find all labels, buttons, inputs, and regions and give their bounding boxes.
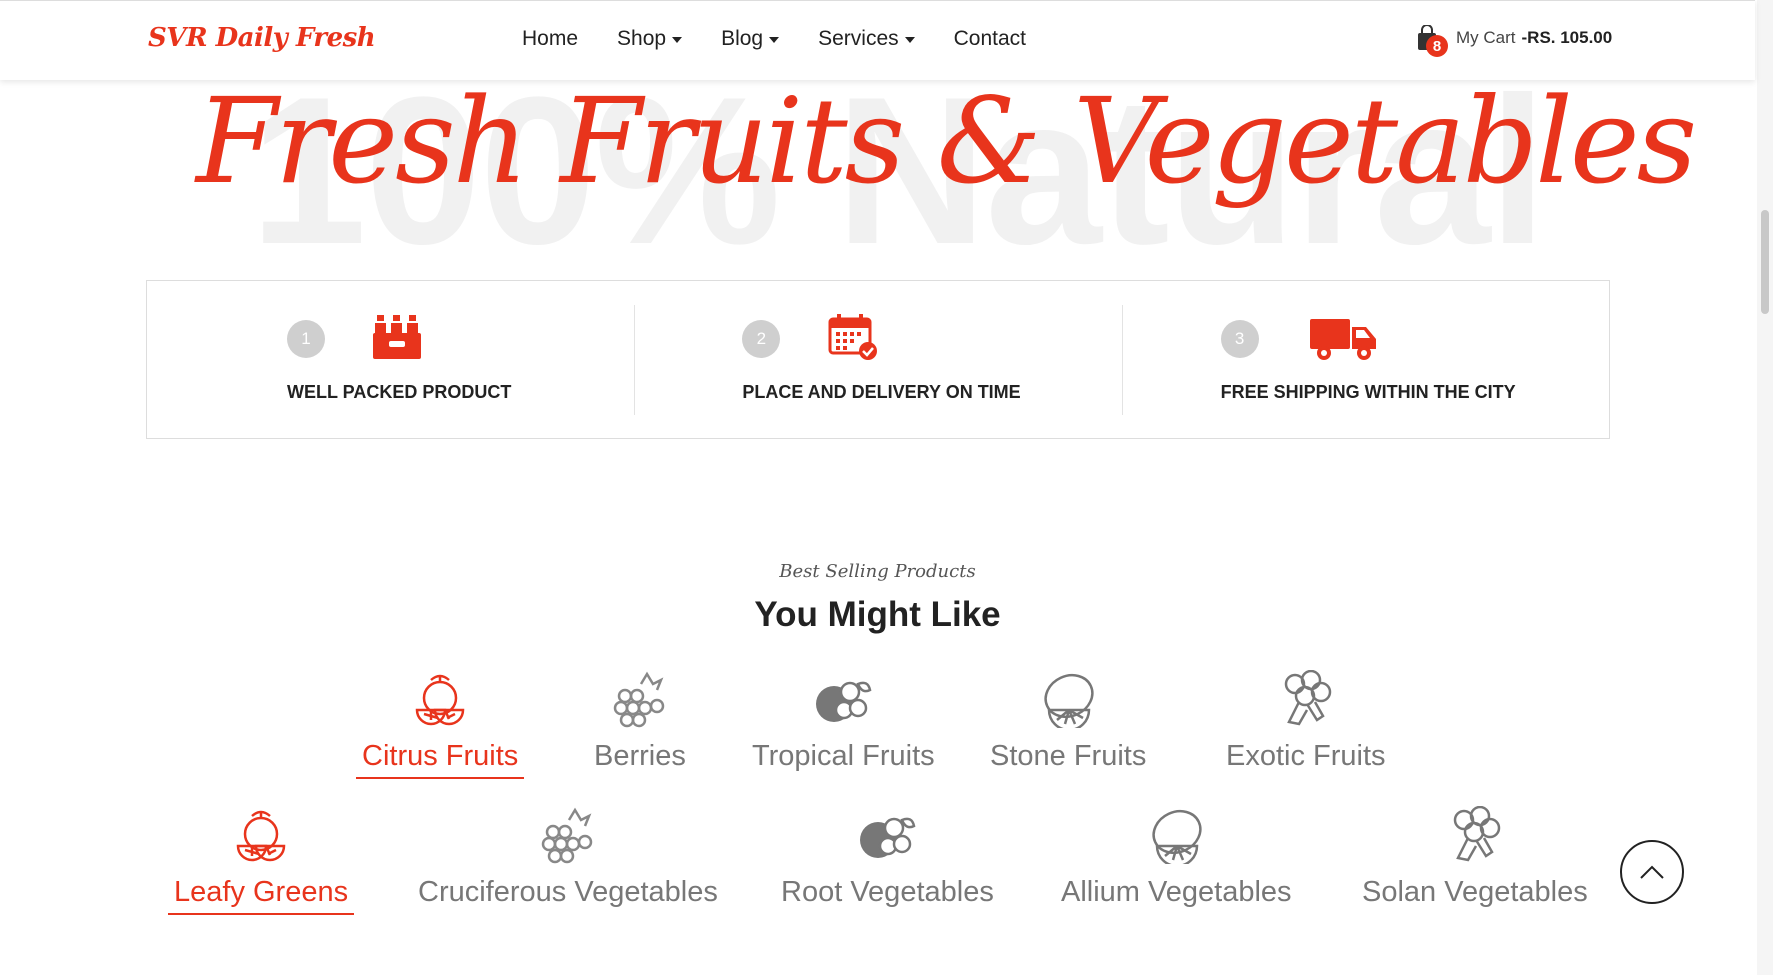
berries-icon — [613, 671, 665, 728]
caret-down-icon — [672, 37, 683, 43]
category-label: Cruciferous Vegetables — [418, 876, 718, 908]
caret-down-icon — [904, 37, 915, 43]
category-label: Allium Vegetables — [1061, 876, 1292, 908]
cart-label: My Cart — [1456, 28, 1516, 47]
cart-total: -RS. 105.00 — [1521, 28, 1613, 47]
citrus-icon — [236, 810, 286, 862]
category-label: Berries — [594, 740, 686, 772]
features-box: 1 WELL PACKED PRODUCT 2 PLACE AND DELIVE… — [146, 280, 1610, 439]
tropical-fruits-icon — [816, 681, 872, 722]
feature-item: 2 PLACE AND DELIVERY ON TIME — [634, 281, 1121, 438]
calendar-check-icon — [828, 313, 880, 361]
broccoli-icon — [1284, 670, 1332, 726]
category-label: Solan Vegetables — [1362, 876, 1588, 908]
chevron-up-icon — [1640, 865, 1664, 879]
category-tab-solan-vegetables[interactable]: Solan Vegetables — [1356, 806, 1594, 913]
category-label: Stone Fruits — [990, 740, 1147, 772]
nav-services[interactable]: Services — [818, 27, 915, 51]
category-tab-cruciferous-vegetables[interactable]: Cruciferous Vegetables — [412, 806, 724, 913]
section-title: You Might Like — [754, 595, 1001, 634]
shopping-bag-icon: 8 — [1416, 24, 1448, 57]
feature-item: 1 WELL PACKED PRODUCT — [147, 281, 634, 438]
scrollbar-thumb[interactable] — [1761, 210, 1769, 314]
section-subtitle: Best Selling Products — [779, 561, 976, 582]
nav-contact-label: Contact — [953, 27, 1027, 50]
back-to-top-button[interactable] — [1620, 840, 1684, 904]
category-label: Tropical Fruits — [752, 740, 935, 772]
nav-shop-label: Shop — [617, 27, 667, 50]
tropical-fruits-icon — [860, 817, 916, 858]
feature-title: FREE SHIPPING WITHIN THE CITY — [1220, 382, 1516, 402]
category-label: Citrus Fruits — [356, 740, 525, 779]
delivery-truck-icon — [1308, 313, 1378, 361]
nav-home-label: Home — [522, 27, 579, 50]
feature-item: 3 FREE SHIPPING WITHIN THE CITY — [1121, 281, 1609, 438]
category-tab-stone-fruits[interactable]: Stone Fruits — [984, 670, 1152, 777]
feature-number-badge: 3 — [1220, 320, 1259, 358]
feature-number-badge: 2 — [742, 320, 781, 358]
nav-shop[interactable]: Shop — [617, 27, 683, 51]
page-scrollbar[interactable] — [1757, 0, 1773, 975]
category-label: Exotic Fruits — [1226, 740, 1386, 772]
nav-blog-label: Blog — [721, 27, 764, 50]
category-tab-citrus-fruits[interactable]: Citrus Fruits — [356, 670, 525, 779]
cart-count-badge: 8 — [1426, 35, 1448, 57]
nav-home[interactable]: Home — [522, 27, 578, 51]
main-nav: Home Shop Blog Services Contact — [522, 27, 1026, 51]
berries-icon — [541, 807, 593, 864]
category-label: Leafy Greens — [168, 876, 355, 915]
category-tab-berries[interactable]: Berries — [588, 670, 692, 777]
category-tab-allium-vegetables[interactable]: Allium Vegetables — [1055, 806, 1298, 913]
category-tab-root-vegetables[interactable]: Root Vegetables — [775, 806, 1000, 913]
feature-number-badge: 1 — [287, 320, 325, 358]
feature-title: PLACE AND DELIVERY ON TIME — [742, 382, 1021, 402]
site-header: SVR Daily Fresh Home Shop Blog Services … — [0, 0, 1755, 80]
category-tab-leafy-greens[interactable]: Leafy Greens — [168, 806, 355, 915]
nav-services-label: Services — [818, 27, 899, 50]
broccoli-icon — [1453, 806, 1501, 862]
bottle-crate-icon — [371, 313, 423, 361]
feature-title: WELL PACKED PRODUCT — [287, 382, 512, 402]
citrus-icon — [415, 674, 465, 726]
lemon-slice-icon — [1152, 809, 1202, 864]
nav-contact[interactable]: Contact — [954, 27, 1026, 51]
category-tab-exotic-fruits[interactable]: Exotic Fruits — [1220, 670, 1392, 777]
cart-button[interactable]: 8 My Cart -RS. 105.00 — [1416, 24, 1613, 57]
lemon-slice-icon — [1044, 673, 1094, 728]
site-logo[interactable]: SVR Daily Fresh — [148, 23, 376, 53]
caret-down-icon — [769, 37, 780, 43]
category-label: Root Vegetables — [781, 876, 994, 908]
hero-title: Fresh Fruits & Vegetables — [196, 72, 1697, 210]
category-tab-tropical-fruits[interactable]: Tropical Fruits — [746, 670, 941, 777]
nav-blog[interactable]: Blog — [721, 27, 780, 51]
